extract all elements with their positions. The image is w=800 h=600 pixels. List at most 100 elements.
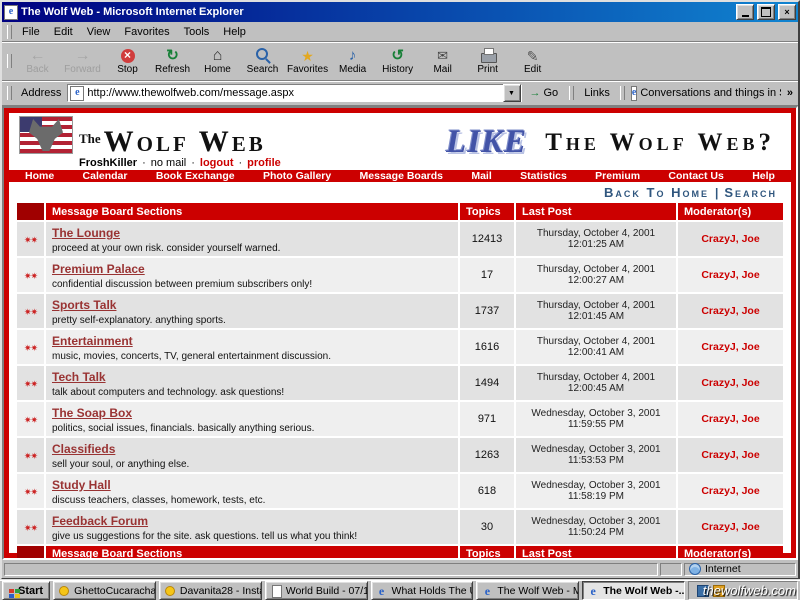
forum-hot-icon	[24, 482, 37, 499]
toolbar-grip[interactable]	[7, 25, 12, 39]
go-label: Go	[544, 87, 559, 99]
nav-item[interactable]: Photo Gallery	[263, 170, 331, 182]
last-post-time: 12:01:25 AM	[522, 239, 670, 250]
search-link[interactable]: Search	[724, 185, 777, 200]
moderators[interactable]: CrazyJ, Joe	[677, 437, 783, 473]
logout-link[interactable]: logout	[200, 157, 234, 169]
moderators[interactable]: CrazyJ, Joe	[677, 257, 783, 293]
status-message-pane	[4, 563, 658, 576]
forum-description: sell your soul, or anything else.	[52, 459, 452, 470]
tagline: The Wolf Web?	[545, 129, 775, 157]
taskbar-task-button[interactable]: Davanita28 - Instant...	[159, 581, 262, 600]
toolbar-button[interactable]: Media	[330, 44, 375, 78]
title-bar: e The Wolf Web - Microsoft Internet Expl…	[2, 2, 798, 22]
menu-item[interactable]: Tools	[177, 24, 217, 40]
address-dropdown-button[interactable]: ▼	[503, 84, 521, 102]
maximize-button[interactable]	[757, 4, 775, 20]
moderators[interactable]: CrazyJ, Joe	[677, 293, 783, 329]
moderators[interactable]: CrazyJ, Joe	[677, 221, 783, 257]
forum-link[interactable]: Premium Palace	[52, 262, 145, 276]
nav-item[interactable]: Premium	[595, 170, 640, 182]
toolbar-button-label: Home	[204, 64, 231, 75]
address-input[interactable]	[87, 86, 499, 100]
nav-item[interactable]: Home	[25, 170, 54, 182]
toolbar-button[interactable]: Edit	[510, 44, 555, 78]
menu-item[interactable]: Favorites	[117, 24, 176, 40]
moderators[interactable]: CrazyJ, Joe	[677, 473, 783, 509]
toolbar-button[interactable]: Back	[15, 44, 60, 78]
links-overflow-chevron[interactable]: »	[784, 87, 796, 99]
menu-item[interactable]: File	[15, 24, 47, 40]
menu-item[interactable]: Edit	[47, 24, 80, 40]
minimize-button[interactable]	[736, 4, 754, 20]
topics-count: 971	[459, 401, 515, 437]
nav-item[interactable]: Message Boards	[360, 170, 443, 182]
forum-link[interactable]: Classifieds	[52, 442, 115, 456]
nav-item[interactable]: Book Exchange	[156, 170, 235, 182]
menu-item[interactable]: Help	[216, 24, 253, 40]
forum-link[interactable]: Entertainment	[52, 334, 133, 348]
nav-item[interactable]: Help	[752, 170, 775, 182]
header-topics: Topics	[459, 203, 515, 221]
moderators[interactable]: CrazyJ, Joe	[677, 509, 783, 545]
nav-item[interactable]: Calendar	[83, 170, 128, 182]
last-post-date: Thursday, October 4, 2001	[522, 264, 670, 275]
footer-topics: Topics	[459, 545, 515, 560]
toolbar-button[interactable]: Mail	[420, 44, 465, 78]
favorites-icon	[293, 47, 323, 64]
taskbar-task-button[interactable]: GhettoCucaracha's ...	[53, 581, 156, 600]
toolbar-button[interactable]: Print	[465, 44, 510, 78]
forum-link[interactable]: Sports Talk	[52, 298, 116, 312]
task-label: World Build - 07/14...	[286, 585, 368, 597]
taskbar-task-button[interactable]: World Build - 07/14...	[265, 581, 368, 600]
profile-link[interactable]: profile	[247, 157, 281, 169]
moderators[interactable]: CrazyJ, Joe	[677, 365, 783, 401]
toolbar-grip[interactable]	[620, 86, 625, 100]
toolbar-button-label: Mail	[433, 64, 451, 75]
back-to-home-link[interactable]: Back To Home	[604, 185, 709, 200]
ie-icon	[376, 585, 388, 597]
toolbar-button[interactable]: History	[375, 44, 420, 78]
moderators[interactable]: CrazyJ, Joe	[677, 401, 783, 437]
security-zone-pane: Internet	[684, 563, 796, 576]
nav-item[interactable]: Contact Us	[668, 170, 723, 182]
refresh-icon	[158, 47, 188, 64]
toolbar-button[interactable]: Forward	[60, 44, 105, 78]
links-bar-item[interactable]: e Conversations and things in Sc	[631, 86, 781, 101]
window-title: The Wolf Web - Microsoft Internet Explor…	[21, 6, 733, 18]
moderators[interactable]: CrazyJ, Joe	[677, 329, 783, 365]
toolbar-grip[interactable]	[569, 86, 574, 100]
last-post-time: 12:00:41 AM	[522, 347, 670, 358]
toolbar-button[interactable]: Search	[240, 44, 285, 78]
toolbar-grip[interactable]	[7, 86, 12, 100]
last-post-time: 12:01:45 AM	[522, 311, 670, 322]
table-footer-row: Message Board Sections Topics Last Post …	[17, 545, 783, 560]
start-button[interactable]: Start	[2, 581, 50, 600]
table-row: Classifieds sell your soul, or anything …	[17, 437, 783, 473]
table-header-row: Message Board Sections Topics Last Post …	[17, 203, 783, 221]
zone-label: Internet	[705, 563, 741, 575]
task-label: The Wolf Web -...	[603, 585, 685, 597]
topics-count: 1263	[459, 437, 515, 473]
toolbar-grip[interactable]	[7, 54, 12, 68]
taskbar-task-button[interactable]: The Wolf Web - Mic...	[476, 581, 579, 600]
go-button[interactable]: → Go	[525, 84, 564, 102]
forum-link[interactable]: The Lounge	[52, 226, 120, 240]
taskbar-task-button[interactable]: The Wolf Web -...	[582, 581, 685, 600]
nav-item[interactable]: Mail	[471, 170, 491, 182]
toolbar-button[interactable]: Refresh	[150, 44, 195, 78]
forum-link[interactable]: Tech Talk	[52, 370, 106, 384]
toolbar-button[interactable]: Stop	[105, 44, 150, 78]
close-button[interactable]: ×	[778, 4, 796, 20]
toolbar-button[interactable]: Home	[195, 44, 240, 78]
taskbar-task-button[interactable]: What Holds The Un...	[371, 581, 474, 600]
forum-link[interactable]: Feedback Forum	[52, 514, 148, 528]
wolf-flag-logo	[19, 116, 73, 154]
forum-link[interactable]: The Soap Box	[52, 406, 132, 420]
menu-item[interactable]: View	[80, 24, 118, 40]
like-banner: LIKE The Wolf Web?	[446, 124, 781, 161]
nav-item[interactable]: Statistics	[520, 170, 567, 182]
toolbar-button[interactable]: Favorites	[285, 44, 330, 78]
last-post-time: 11:59:55 PM	[522, 419, 670, 430]
forum-link[interactable]: Study Hall	[52, 478, 111, 492]
